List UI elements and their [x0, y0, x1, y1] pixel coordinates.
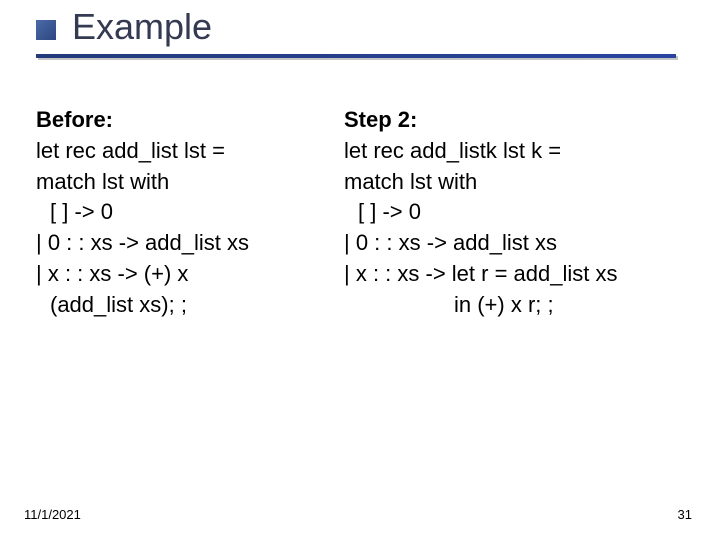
code-line: [ ] -> 0 [36, 197, 336, 228]
title-underline [36, 54, 720, 58]
slide-title: Example [72, 6, 212, 48]
code-line: let rec add_list lst = [36, 136, 336, 167]
code-line: | x : : xs -> (+) x [36, 259, 336, 290]
left-column: Before: let rec add_list lst = match lst… [36, 105, 336, 321]
footer-page-number: 31 [678, 507, 692, 522]
left-heading: Before: [36, 105, 336, 136]
code-line: | 0 : : xs -> add_list xs [344, 228, 700, 259]
code-line: [ ] -> 0 [344, 197, 700, 228]
code-line: | x : : xs -> let r = add_list xs [344, 259, 700, 290]
code-line: let rec add_listk lst k = [344, 136, 700, 167]
code-line: (add_list xs); ; [36, 290, 336, 321]
footer-date: 11/1/2021 [24, 507, 81, 522]
code-line: in (+) x r; ; [344, 290, 700, 321]
right-column: Step 2: let rec add_listk lst k = match … [336, 105, 700, 321]
slide-body: Before: let rec add_list lst = match lst… [36, 105, 700, 321]
code-line: match lst with [344, 167, 700, 198]
title-bullet-square [36, 20, 56, 40]
code-line: match lst with [36, 167, 336, 198]
right-heading: Step 2: [344, 105, 700, 136]
code-line: | 0 : : xs -> add_list xs [36, 228, 336, 259]
